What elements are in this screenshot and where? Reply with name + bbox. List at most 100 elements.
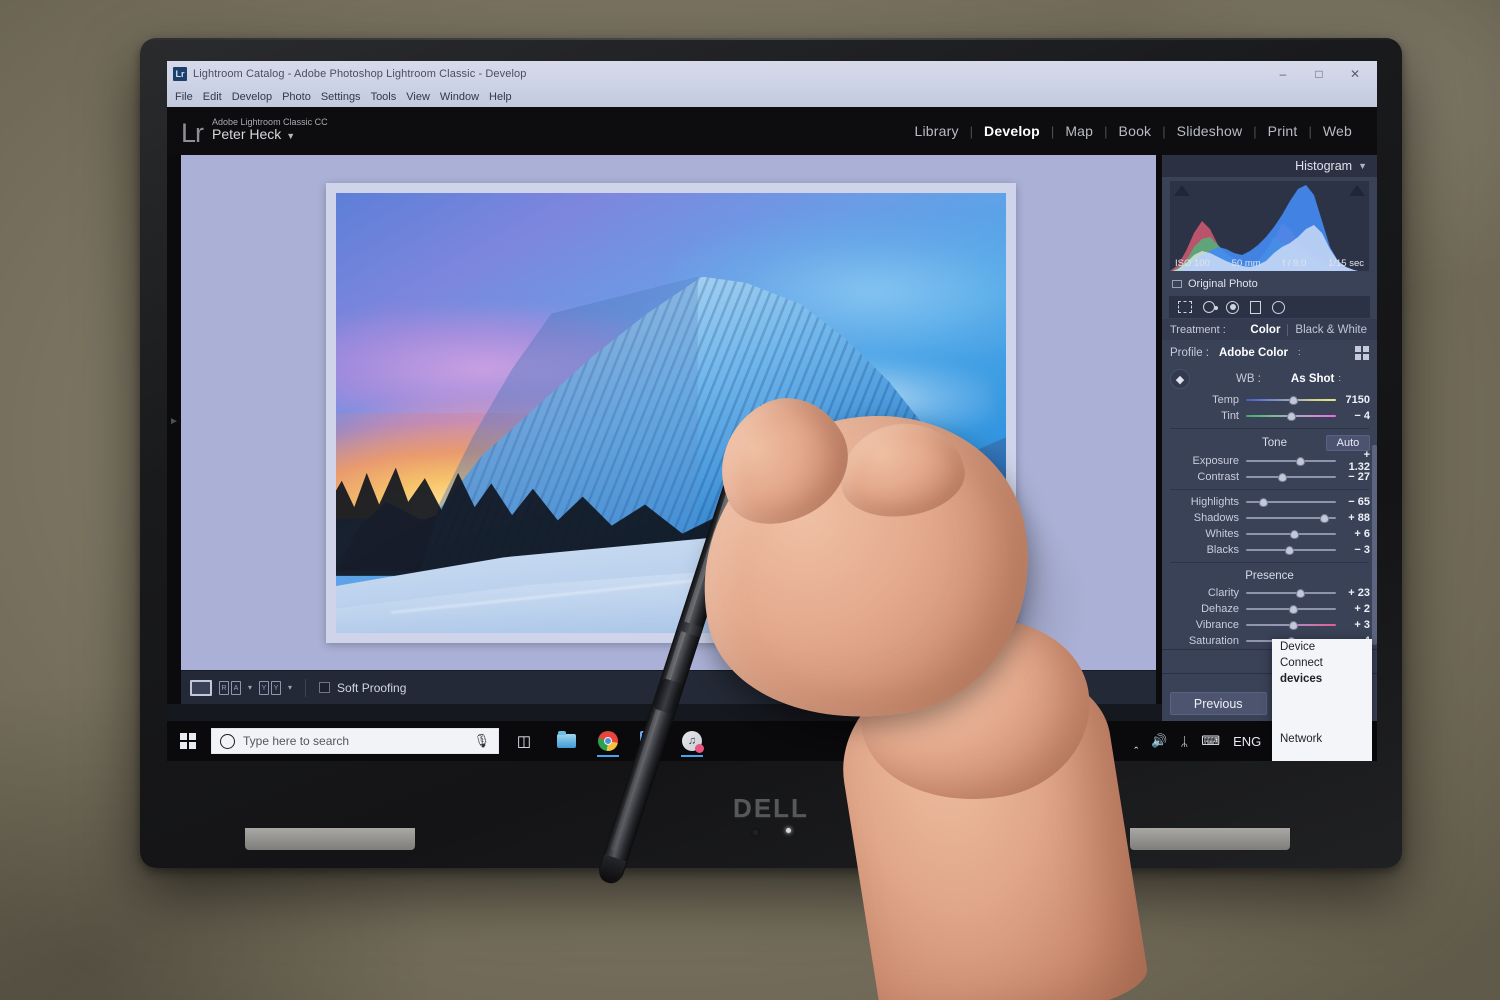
compare-view-icon[interactable]: RA: [219, 679, 241, 696]
original-photo-row[interactable]: Original Photo: [1162, 272, 1377, 295]
develop-photo[interactable]: [336, 193, 1006, 633]
menu-view[interactable]: View: [406, 91, 430, 103]
connect-popup-line-2[interactable]: Connect: [1272, 655, 1372, 671]
loupe-view-icon[interactable]: [190, 679, 212, 696]
slider-track[interactable]: [1246, 620, 1336, 630]
maximize-button[interactable]: □: [1301, 62, 1337, 86]
graduated-filter-icon[interactable]: [1250, 300, 1261, 314]
keyboard-icon[interactable]: ⌨: [1201, 733, 1220, 749]
crop-overlay-icon[interactable]: [1178, 301, 1192, 313]
original-photo-checkbox[interactable]: [1172, 280, 1182, 288]
cortana-icon[interactable]: [220, 733, 235, 749]
slider-knob[interactable]: [1278, 472, 1287, 482]
slider-knob[interactable]: [1285, 545, 1295, 555]
survey-caret-icon[interactable]: ▾: [288, 683, 292, 692]
slider-track[interactable]: [1246, 604, 1336, 614]
radial-filter-icon[interactable]: [1272, 300, 1285, 314]
treatment-color-option[interactable]: Color: [1250, 324, 1280, 336]
slider-vibrance[interactable]: Vibrance + 3: [1162, 617, 1377, 633]
histogram-graph[interactable]: ISO 100 50 mm f / 9.0 1/15 sec: [1169, 180, 1370, 272]
slider-temp[interactable]: Temp 7150: [1162, 392, 1377, 408]
microphone-icon[interactable]: 🎙: [473, 733, 490, 749]
slider-clarity[interactable]: Clarity + 23: [1162, 585, 1377, 601]
menu-photo[interactable]: Photo: [282, 91, 311, 103]
slider-knob[interactable]: [1259, 497, 1269, 507]
slider-track[interactable]: [1246, 588, 1336, 598]
menu-help[interactable]: Help: [489, 91, 512, 103]
wb-dropdown-icon[interactable]: ∶: [1338, 374, 1341, 385]
module-book[interactable]: Book: [1108, 123, 1163, 139]
wb-value[interactable]: As Shot: [1291, 373, 1334, 385]
menu-file[interactable]: File: [175, 91, 193, 103]
right-panel-scrollbar[interactable]: [1372, 445, 1377, 645]
slider-track[interactable]: [1246, 497, 1336, 507]
slider-track[interactable]: [1246, 411, 1336, 421]
menu-edit[interactable]: Edit: [203, 91, 222, 103]
profile-value[interactable]: Adobe Color: [1219, 347, 1288, 359]
slider-track[interactable]: [1246, 529, 1336, 539]
connect-popup[interactable]: Device Connect devices Network: [1272, 639, 1372, 761]
menu-window[interactable]: Window: [440, 91, 479, 103]
menu-develop[interactable]: Develop: [232, 91, 272, 103]
search-input[interactable]: Type here to search 🎙: [211, 728, 499, 754]
identity-plate[interactable]: Lr Adobe Lightroom Classic CC Peter Heck…: [181, 117, 328, 146]
lightroom-taskbar-button[interactable]: Lr: [633, 724, 667, 758]
slider-knob[interactable]: [1288, 604, 1298, 614]
survey-view-icon[interactable]: YY: [259, 679, 282, 696]
chevron-down-icon[interactable]: ▼: [286, 131, 295, 141]
chrome-button[interactable]: [591, 724, 625, 758]
red-eye-correction-icon[interactable]: [1226, 300, 1239, 314]
module-map[interactable]: Map: [1054, 123, 1104, 139]
shadow-clipping-indicator[interactable]: [1174, 185, 1190, 196]
slider-shadows[interactable]: Shadows + 88: [1162, 510, 1377, 526]
module-web[interactable]: Web: [1312, 123, 1363, 139]
wifi-icon[interactable]: ꞈ: [1134, 734, 1138, 749]
histogram-header[interactable]: Histogram ▼: [1162, 155, 1377, 177]
treatment-bw-option[interactable]: Black & White: [1295, 324, 1369, 336]
slider-blacks[interactable]: Blacks − 3: [1162, 542, 1377, 558]
menu-settings[interactable]: Settings: [321, 91, 361, 103]
bluetooth-icon[interactable]: ᛦ: [1180, 734, 1188, 749]
slider-highlights[interactable]: Highlights − 65: [1162, 494, 1377, 510]
connect-popup-line-4[interactable]: Network: [1272, 731, 1372, 747]
soft-proofing-checkbox[interactable]: [319, 682, 331, 693]
slider-track[interactable]: [1246, 456, 1336, 466]
slider-knob[interactable]: [1287, 411, 1296, 421]
profile-browser-icon[interactable]: [1355, 346, 1369, 360]
slider-knob[interactable]: [1288, 620, 1298, 630]
compare-caret-icon[interactable]: ▾: [248, 683, 252, 692]
module-slideshow[interactable]: Slideshow: [1166, 123, 1254, 139]
pinned-app-button[interactable]: ♫: [675, 724, 709, 758]
highlight-clipping-indicator[interactable]: [1349, 185, 1365, 196]
slider-knob[interactable]: [1296, 588, 1305, 598]
spot-removal-icon[interactable]: [1203, 301, 1218, 313]
chevron-down-icon[interactable]: ▼: [1358, 161, 1367, 171]
slider-knob[interactable]: [1320, 513, 1330, 523]
language-indicator[interactable]: ENG: [1233, 734, 1261, 749]
module-develop[interactable]: Develop: [973, 123, 1051, 139]
slider-exposure[interactable]: Exposure + 1.32: [1162, 449, 1377, 473]
module-print[interactable]: Print: [1257, 123, 1309, 139]
file-explorer-button[interactable]: [549, 724, 583, 758]
slider-whites[interactable]: Whites + 6: [1162, 526, 1377, 542]
slider-track[interactable]: [1246, 472, 1336, 482]
module-library[interactable]: Library: [903, 123, 969, 139]
white-balance-eyedropper-icon[interactable]: ◆: [1170, 369, 1190, 389]
slider-tint[interactable]: Tint − 4: [1162, 408, 1377, 424]
slider-dehaze[interactable]: Dehaze + 2: [1162, 601, 1377, 617]
slider-contrast[interactable]: Contrast − 27: [1162, 469, 1377, 485]
slider-track[interactable]: [1246, 395, 1336, 405]
slider-knob[interactable]: [1289, 529, 1299, 539]
menu-tools[interactable]: Tools: [371, 91, 397, 103]
volume-icon[interactable]: 🔊: [1151, 733, 1167, 749]
slider-knob[interactable]: [1288, 395, 1298, 405]
task-view-button[interactable]: ◫: [507, 724, 541, 758]
start-button[interactable]: [173, 726, 203, 756]
slider-track[interactable]: [1246, 545, 1336, 555]
previous-button[interactable]: Previous: [1170, 692, 1267, 715]
close-button[interactable]: ✕: [1337, 62, 1373, 86]
minimize-button[interactable]: –: [1265, 62, 1301, 86]
profile-dropdown-icon[interactable]: ∶: [1298, 348, 1301, 359]
slider-knob[interactable]: [1296, 456, 1305, 466]
left-panel-toggle-icon[interactable]: ►: [169, 410, 179, 432]
